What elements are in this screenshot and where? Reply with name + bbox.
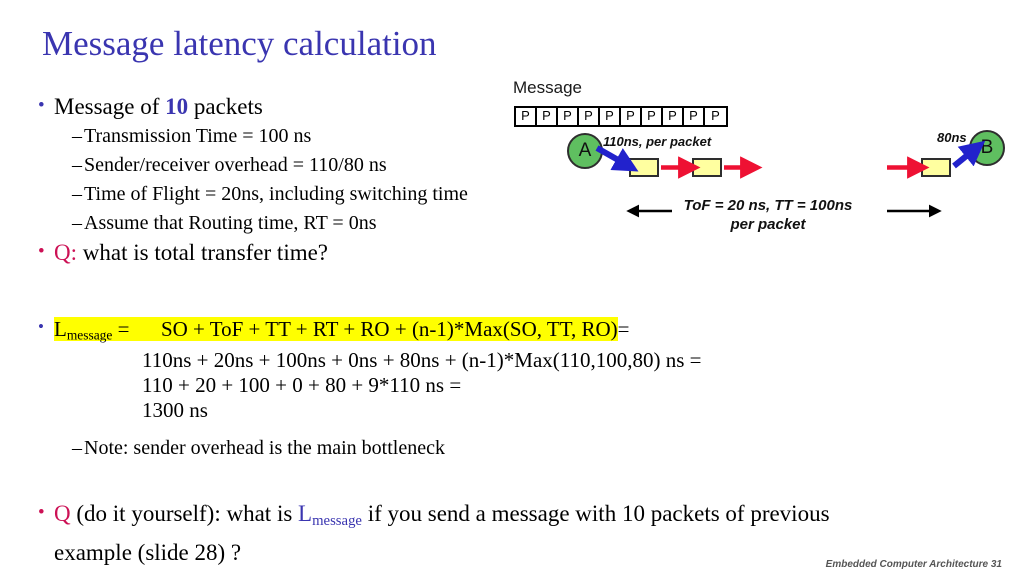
question-marker: Q — [54, 240, 71, 265]
packet-cell: P — [537, 108, 558, 125]
dash-icon: – — [72, 212, 82, 234]
packet-cell: P — [621, 108, 642, 125]
dash-icon: – — [72, 154, 82, 176]
packet-cell: P — [684, 108, 705, 125]
final-question-L-subscript: message — [312, 512, 362, 529]
slide-canvas: Message latency calculation • Message of … — [0, 0, 1024, 576]
sub-bullet-label: Time of Flight = 20ns, including switchi… — [84, 183, 468, 205]
packet-strip: P P P P P P P P P P — [514, 106, 728, 127]
bullet-dot-icon: • — [38, 317, 44, 336]
formula-trailing-equals: = — [617, 317, 630, 341]
formula-expression: SO + ToF + TT + RT + RO + (n-1)*Max(SO, … — [160, 317, 618, 341]
formula-lhs: Lmessage = SO + ToF + TT + RT + RO + (n-… — [54, 317, 618, 343]
sub-bullet-label: Transmission Time = 100 ns — [84, 125, 312, 147]
slide-footer: Embedded Computer Architecture 31 — [825, 559, 1002, 570]
message-transfer-diagram: Message P P P P P P P P P P A B 110ns, p… — [505, 78, 1024, 243]
page-title: Message latency calculation — [42, 24, 437, 63]
final-question-part1: (do it yourself): what is — [70, 501, 299, 526]
buffer-box-1 — [629, 158, 659, 177]
formula-L-subscript: message — [66, 327, 113, 343]
sub-bullet-label: Sender/receiver overhead = 110/80 ns — [84, 154, 387, 176]
sub-bullet-note-bottleneck: – Note: sender overhead is the main bottl… — [36, 437, 445, 460]
final-question-part3: example (slide 28) ? — [54, 539, 242, 565]
buffer-box-3 — [921, 158, 951, 177]
sender-overhead-label: 110ns, per packet — [603, 134, 712, 149]
bullet-text-post: packets — [188, 94, 263, 119]
bullet-dot-icon: • — [38, 241, 45, 262]
formula-evaluation-lines: 110ns + 20ns + 100ns + 0ns + 80ns + (n-1… — [142, 348, 916, 423]
formula-line-substituted: 110ns + 20ns + 100ns + 0ns + 80ns + (n-1… — [142, 348, 702, 373]
packet-cell: P — [642, 108, 663, 125]
packet-cell: P — [558, 108, 579, 125]
packet-cell: P — [705, 108, 726, 125]
dash-icon: – — [72, 437, 82, 459]
dash-icon: – — [72, 183, 82, 205]
formula-headline: • Lmessage = SO + ToF + TT + RT + RO + (n… — [36, 316, 916, 348]
bullet-text-pre: Message of — [54, 94, 166, 119]
final-question-marker: Q — [54, 501, 71, 526]
tof-tt-caption: ToF = 20 ns, TT = 100ns per packet — [643, 196, 893, 234]
latency-formula-block: • Lmessage = SO + ToF + TT + RT + RO + (n… — [36, 316, 916, 423]
packet-cell: P — [600, 108, 621, 125]
formula-line-result: 1300 ns — [142, 398, 208, 423]
formula-equals: = — [112, 317, 130, 341]
formula-L-symbol: L — [54, 317, 67, 341]
diagram-message-label: Message — [513, 78, 582, 97]
node-a: A — [567, 133, 603, 169]
packet-cell: P — [516, 108, 537, 125]
final-question-part2: if you send a message with 10 packets of… — [361, 501, 830, 526]
buffer-box-2 — [692, 158, 722, 177]
packet-cell: P — [579, 108, 600, 125]
receiver-overhead-label: 80ns — [937, 130, 967, 145]
note-text: Note: sender overhead is the main bottle… — [84, 437, 445, 459]
tof-caption-line1: ToF = 20 ns, TT = 100ns — [683, 197, 853, 214]
formula-line-numeric: 110 + 20 + 100 + 0 + 80 + 9*110 ns = — [142, 373, 462, 398]
node-b: B — [969, 130, 1005, 166]
bullet-dot-icon: • — [38, 502, 45, 523]
packet-cell: P — [663, 108, 684, 125]
sub-bullet-label: Assume that Routing time, RT = 0ns — [84, 212, 377, 234]
bullet-final-question: • Q (do it yourself): what is Lmessage if… — [36, 498, 974, 568]
final-question-L-symbol: L — [298, 501, 313, 526]
bullet-dot-icon: • — [38, 95, 45, 116]
dash-icon: – — [72, 125, 82, 147]
tof-caption-line2: per packet — [730, 216, 806, 233]
question-text: what is total transfer time? — [77, 240, 329, 265]
packet-count-value: 10 — [165, 94, 189, 119]
